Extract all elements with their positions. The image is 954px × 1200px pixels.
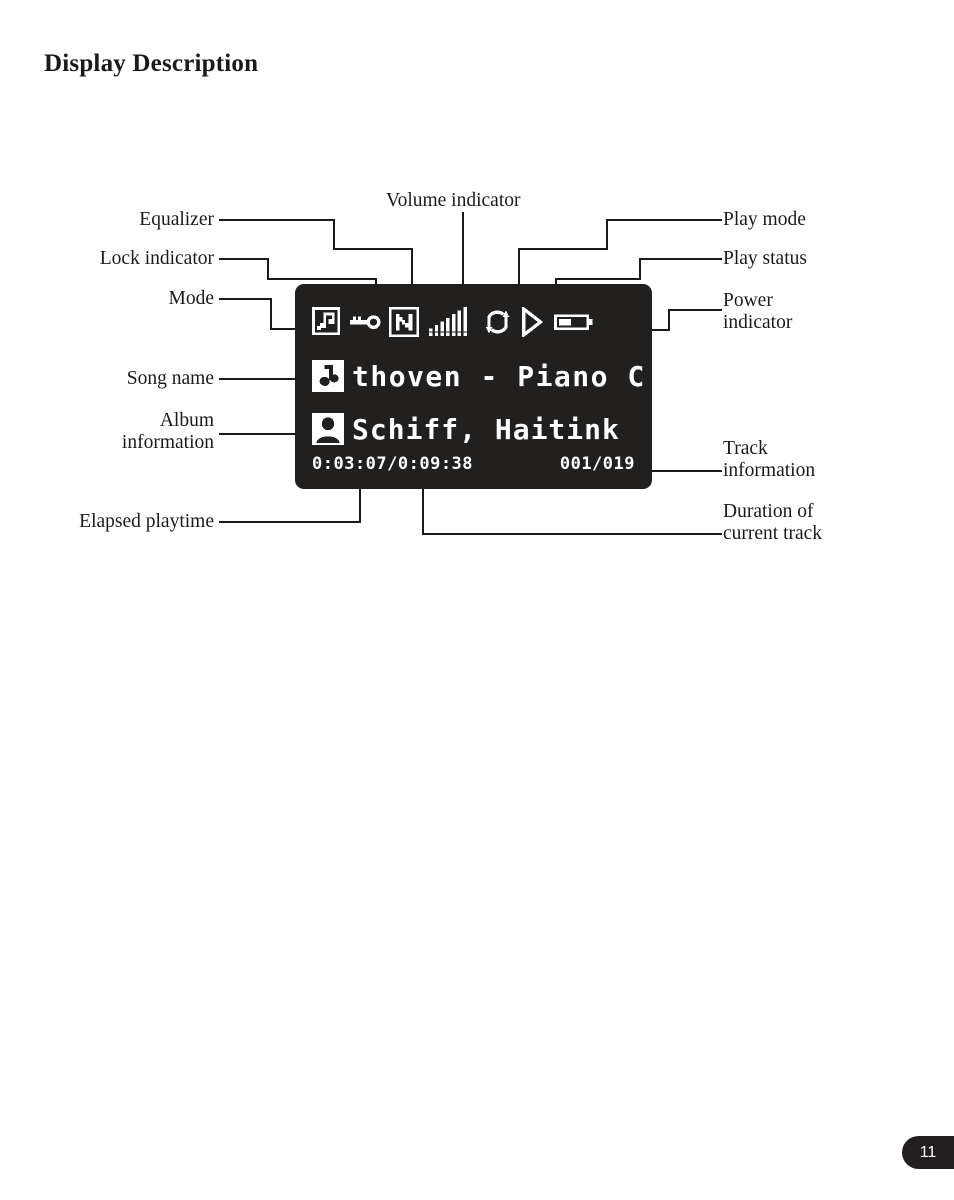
person-artist-icon bbox=[312, 413, 344, 445]
callout-duration-of-current-track: Duration of current track bbox=[723, 501, 823, 544]
lcd-track-information-text: 001/019 bbox=[559, 454, 635, 474]
equalizer-icon bbox=[312, 307, 341, 336]
leader-lines bbox=[219, 212, 722, 536]
leader-elapsed-playtime bbox=[219, 489, 362, 524]
callout-album-information: Album information bbox=[121, 410, 214, 453]
callout-volume-indicator: Volume indicator bbox=[386, 190, 521, 211]
callout-play-mode: Play mode bbox=[723, 209, 806, 230]
callout-elapsed-playtime: Elapsed playtime bbox=[79, 511, 214, 532]
leader-power-indicator bbox=[652, 308, 722, 332]
display-description-diagram: Equalizer Lock indicator Mode Song name … bbox=[0, 0, 954, 1200]
lcd-screen: thoven - Piano C Schiff, Haitink 0:03:07… bbox=[295, 284, 652, 489]
leader-duration bbox=[421, 489, 722, 536]
volume-bars-icon bbox=[429, 307, 467, 336]
callout-lock-indicator: Lock indicator bbox=[99, 248, 214, 269]
callout-song-name: Song name bbox=[126, 368, 214, 389]
lcd-display-panel: thoven - Piano C Schiff, Haitink 0:03:07… bbox=[295, 284, 652, 489]
lcd-album-row: Schiff, Haitink bbox=[312, 410, 620, 448]
key-lock-icon bbox=[349, 315, 381, 330]
leader-mode bbox=[219, 297, 295, 331]
repeat-all-icon bbox=[485, 310, 510, 334]
lcd-album-information-text: Schiff, Haitink bbox=[352, 412, 620, 446]
leader-play-mode bbox=[517, 218, 722, 284]
callout-play-status: Play status bbox=[723, 248, 807, 269]
lcd-time-row: 0:03:07/0:09:38 001/019 bbox=[312, 454, 637, 478]
lcd-song-name-text: thoven - Piano C bbox=[352, 359, 646, 393]
music-note-icon bbox=[312, 360, 344, 392]
leader-equalizer bbox=[219, 218, 414, 284]
mode-boxed-n-icon bbox=[389, 307, 419, 337]
page-number-tab: 11 bbox=[902, 1136, 954, 1169]
callout-equalizer: Equalizer bbox=[139, 209, 214, 230]
battery-icon bbox=[554, 314, 593, 331]
leader-play-status bbox=[554, 257, 722, 284]
lcd-status-bar bbox=[312, 305, 594, 339]
lcd-elapsed-duration-text: 0:03:07/0:09:38 bbox=[312, 454, 474, 474]
leader-lock bbox=[219, 257, 378, 284]
callout-mode: Mode bbox=[168, 288, 215, 309]
lcd-song-row: thoven - Piano C bbox=[312, 357, 646, 395]
page-number: 11 bbox=[919, 1143, 937, 1161]
play-triangle-icon bbox=[522, 307, 543, 337]
callout-track-information: Track information bbox=[723, 438, 816, 481]
callout-power-indicator: Power indicator bbox=[723, 290, 793, 333]
